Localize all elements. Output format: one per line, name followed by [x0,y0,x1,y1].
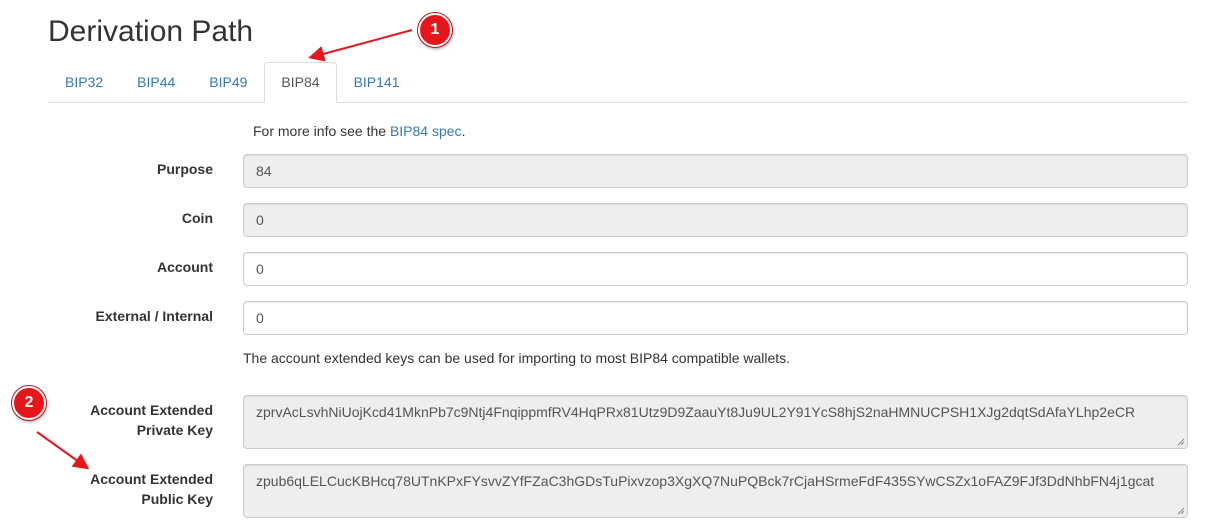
annotation-badge-1: 1 [418,13,452,47]
annotation-arrow-2 [36,431,90,470]
annotation-arrow-1 [308,29,413,62]
annotation-arrows [36,29,413,470]
annotation-badge-2: 2 [12,386,46,420]
